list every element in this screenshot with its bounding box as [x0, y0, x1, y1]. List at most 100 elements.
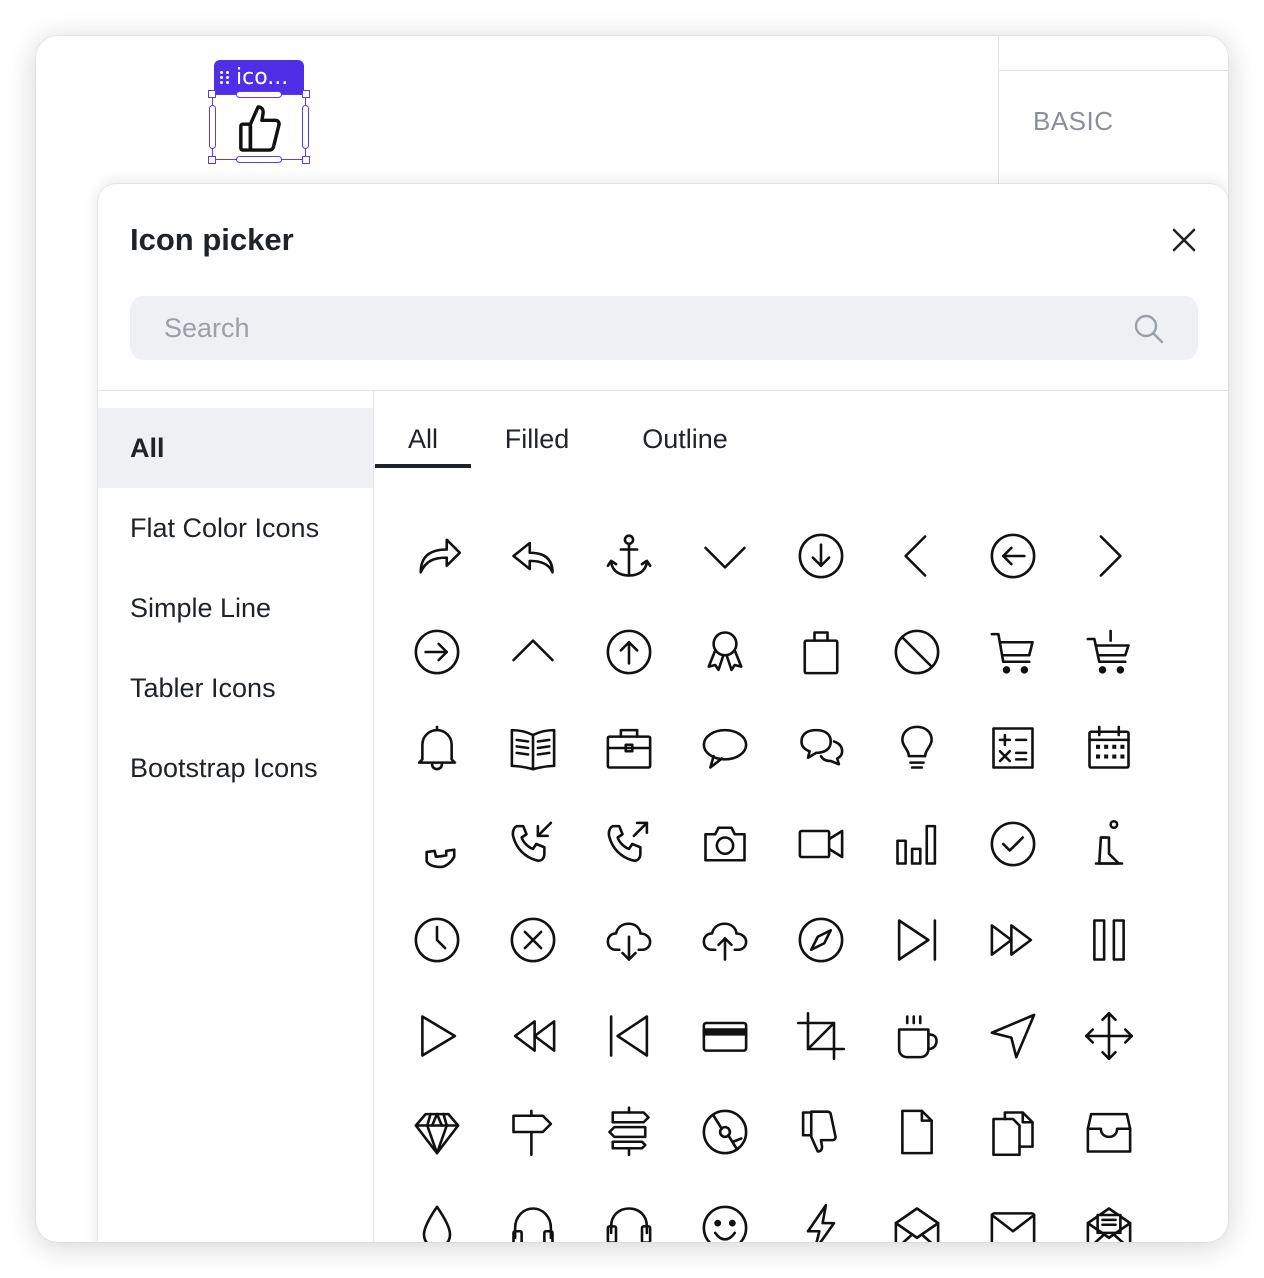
icon-option[interactable] — [677, 796, 773, 892]
icon-option[interactable] — [773, 796, 869, 892]
icon-option[interactable] — [773, 892, 869, 988]
icon-option[interactable] — [1061, 796, 1157, 892]
icon-option[interactable] — [485, 1084, 581, 1180]
icon-library-sidebar: All Flat Color Icons Simple Line Tabler … — [98, 391, 374, 1242]
icon-option[interactable] — [581, 892, 677, 988]
icon-option[interactable] — [773, 508, 869, 604]
icon-option[interactable] — [773, 988, 869, 1084]
icon-option[interactable] — [485, 796, 581, 892]
icon-option[interactable] — [965, 892, 1061, 988]
icon-option[interactable] — [677, 604, 773, 700]
chevron-down-icon — [704, 546, 746, 569]
icon-option[interactable] — [1061, 700, 1157, 796]
drag-handle-icon[interactable] — [220, 68, 230, 86]
x-circle-icon — [510, 917, 556, 963]
calculator-icon — [992, 727, 1034, 769]
icon-option[interactable] — [581, 1180, 677, 1242]
signpost-icon — [512, 1109, 553, 1157]
selected-icon-widget[interactable] — [208, 90, 310, 164]
icon-option[interactable] — [869, 508, 965, 604]
resize-handle[interactable] — [209, 105, 216, 149]
signposts-icon — [608, 1106, 650, 1157]
selected-widget-tag[interactable]: ico... — [214, 60, 304, 94]
icon-option[interactable] — [965, 508, 1061, 604]
icon-option[interactable] — [389, 988, 485, 1084]
resize-handle[interactable] — [208, 90, 216, 98]
icon-option[interactable] — [1061, 892, 1157, 988]
icon-option[interactable] — [965, 988, 1061, 1084]
resize-handle[interactable] — [302, 90, 310, 98]
icon-option[interactable] — [1061, 508, 1157, 604]
icon-option[interactable] — [1061, 988, 1157, 1084]
icon-option[interactable] — [1061, 604, 1157, 700]
bar-chart-icon — [896, 824, 937, 865]
chevron-left-icon — [904, 535, 927, 577]
icon-option[interactable] — [1061, 1180, 1157, 1242]
icon-option[interactable] — [389, 1084, 485, 1180]
icon-option[interactable] — [965, 700, 1061, 796]
sidebar-item-simple-line[interactable]: Simple Line — [98, 568, 373, 648]
icon-option[interactable] — [677, 988, 773, 1084]
reply-icon — [512, 541, 554, 574]
icon-option[interactable] — [773, 1084, 869, 1180]
icon-option[interactable] — [965, 796, 1061, 892]
icon-option[interactable] — [773, 1180, 869, 1242]
search-icon[interactable] — [1132, 312, 1166, 346]
icon-option[interactable] — [485, 988, 581, 1084]
resize-handle[interactable] — [236, 156, 282, 163]
icon-option[interactable] — [677, 508, 773, 604]
icon-option[interactable] — [677, 1180, 773, 1242]
icon-option[interactable] — [869, 1084, 965, 1180]
icon-option[interactable] — [581, 988, 677, 1084]
lightbulb-icon — [901, 725, 933, 769]
icon-option[interactable] — [389, 508, 485, 604]
icon-option[interactable] — [389, 604, 485, 700]
icon-option[interactable] — [677, 700, 773, 796]
icon-option[interactable] — [869, 604, 965, 700]
icon-option[interactable] — [869, 892, 965, 988]
icon-option[interactable] — [389, 1180, 485, 1242]
icon-option[interactable] — [581, 508, 677, 604]
icon-option[interactable] — [869, 988, 965, 1084]
resize-handle[interactable] — [302, 105, 309, 149]
icon-option[interactable] — [581, 1084, 677, 1180]
icon-option[interactable] — [1061, 1084, 1157, 1180]
ban-icon — [894, 629, 940, 675]
icon-option[interactable] — [581, 604, 677, 700]
icon-option[interactable] — [389, 700, 485, 796]
search-box — [130, 296, 1198, 360]
icon-option[interactable] — [389, 892, 485, 988]
icon-option[interactable] — [773, 604, 869, 700]
icon-option[interactable] — [869, 1180, 965, 1242]
sidebar-item-bootstrap-icons[interactable]: Bootstrap Icons — [98, 728, 373, 808]
icon-option[interactable] — [965, 1084, 1061, 1180]
resize-handle[interactable] — [208, 156, 216, 164]
arrow-right-circle-icon — [414, 629, 460, 675]
icon-option[interactable] — [485, 508, 581, 604]
resize-handle[interactable] — [302, 156, 310, 164]
icon-option[interactable] — [389, 796, 485, 892]
icon-option[interactable] — [581, 700, 677, 796]
resize-handle[interactable] — [236, 91, 282, 98]
sidebar-item-tabler-icons[interactable]: Tabler Icons — [98, 648, 373, 728]
icon-option[interactable] — [869, 700, 965, 796]
search-input[interactable] — [130, 296, 1198, 360]
icon-option[interactable] — [485, 892, 581, 988]
icon-option[interactable] — [869, 796, 965, 892]
tab-all[interactable]: All — [375, 424, 471, 468]
icon-option[interactable] — [581, 796, 677, 892]
icon-option[interactable] — [485, 604, 581, 700]
icon-option[interactable] — [485, 1180, 581, 1242]
tab-outline[interactable]: Outline — [625, 424, 745, 468]
icon-option[interactable] — [485, 700, 581, 796]
icon-option[interactable] — [965, 604, 1061, 700]
close-icon[interactable] — [1168, 224, 1200, 256]
icon-option[interactable] — [677, 892, 773, 988]
tab-filled[interactable]: Filled — [489, 424, 585, 468]
icon-option[interactable] — [677, 1084, 773, 1180]
sidebar-item-flat-color-icons[interactable]: Flat Color Icons — [98, 488, 373, 568]
icon-option[interactable] — [965, 1180, 1061, 1242]
chat-bubbles-icon — [800, 728, 844, 766]
icon-option[interactable] — [773, 700, 869, 796]
sidebar-item-all[interactable]: All — [98, 408, 373, 488]
